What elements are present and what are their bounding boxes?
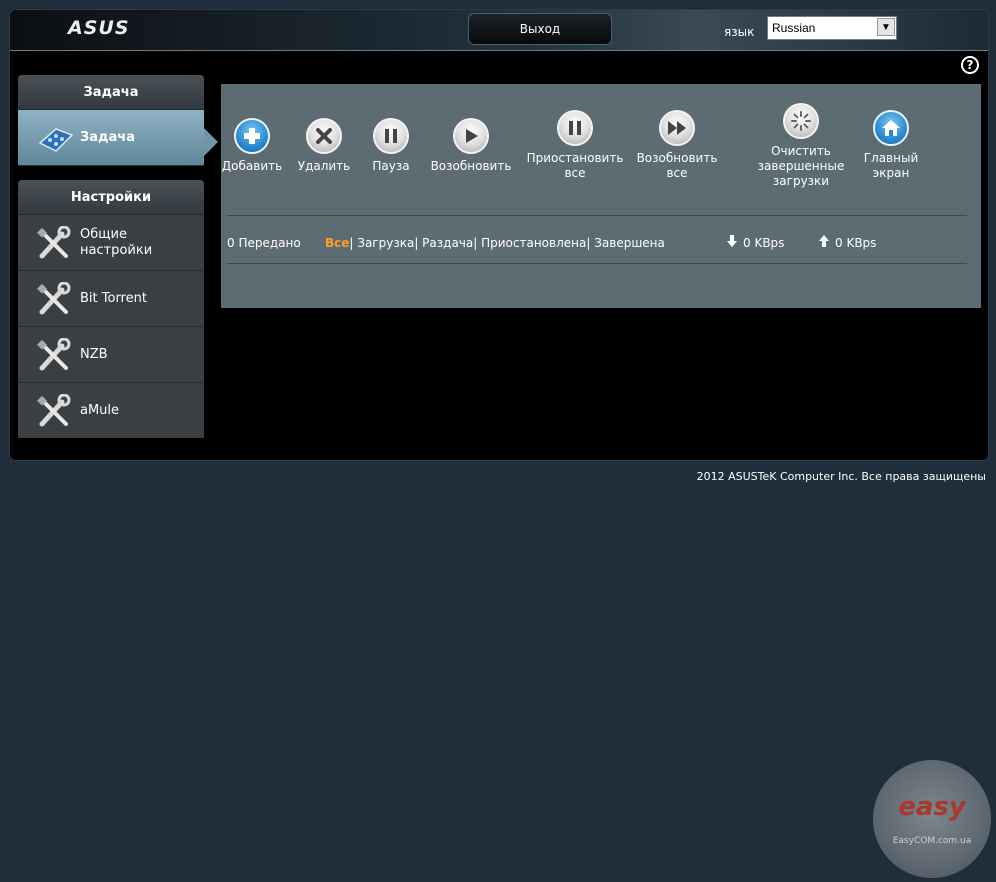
download-speed: 0 KBps [727, 235, 784, 250]
clear-completed-label-line1: Очистить [771, 144, 831, 158]
pause-all-button[interactable]: Приостановить все [527, 110, 623, 181]
sidebar-item-label: Общие настройки [80, 227, 152, 259]
chevron-down-icon[interactable]: ▼ [877, 18, 895, 36]
resume-button[interactable]: Возобновить [429, 118, 513, 174]
header-bar: ASUS Выход язык Russian ▼ [10, 10, 988, 50]
arrow-up-icon [819, 235, 829, 250]
sidebar-item-label: aMule [80, 402, 120, 418]
settings-panel: Настройки Общие настройки Bit Torrent NZ… [18, 180, 204, 438]
wrench-icon [36, 225, 80, 260]
add-button[interactable]: Добавить [221, 118, 283, 174]
filter-done[interactable]: | Завершена [586, 236, 665, 250]
sidebar-item-label: Задача [80, 129, 135, 145]
wrench-icon [36, 337, 80, 372]
sidebar-item-general-settings[interactable]: Общие настройки [18, 215, 204, 271]
watermark-site: EasyCOM.com.ua [892, 836, 972, 846]
delete-button[interactable]: Удалить [297, 118, 351, 174]
pause-all-label-line2: все [564, 166, 586, 180]
wrench-icon [36, 281, 80, 316]
play-icon [453, 118, 489, 154]
wrench-icon [36, 393, 80, 428]
sidebar-item-label: NZB [80, 346, 108, 362]
language-select-value: Russian [772, 21, 816, 35]
home-label-line2: экран [872, 166, 910, 180]
arrow-down-icon [727, 235, 737, 250]
fast-forward-icon [659, 110, 695, 146]
resume-button-label: Возобновить [430, 159, 512, 173]
sidebar-item-bittorrent[interactable]: Bit Torrent [18, 271, 204, 327]
task-panel: Задача Задача [18, 75, 204, 166]
clear-completed-label-line3: загрузки [772, 174, 830, 188]
help-icon[interactable]: ? [961, 56, 979, 74]
filter-paused[interactable]: | Приостановлена [473, 236, 586, 250]
upload-speed: 0 KBps [819, 235, 876, 250]
pause-icon [373, 118, 409, 154]
watermark-brand: easy [898, 792, 966, 822]
resume-all-button[interactable]: Возобновить все [633, 110, 721, 181]
add-button-label: Добавить [221, 159, 283, 173]
asus-logo: ASUS [68, 17, 130, 39]
resume-all-label-line1: Возобновить [636, 151, 718, 165]
pause-all-label-line1: Приостановить [526, 151, 624, 165]
active-indicator-arrow [204, 128, 218, 156]
filter-seed[interactable]: | Раздача [414, 236, 473, 250]
spinner-icon [783, 103, 819, 139]
language-label: язык [724, 25, 755, 39]
plus-icon [234, 118, 270, 154]
sidebar-item-label-line1: Общие [80, 226, 127, 242]
transferred-count: 0 Передано [227, 236, 301, 250]
header-divider [10, 50, 988, 51]
sidebar-item-label-line2: настройки [80, 242, 153, 258]
upload-speed-value: 0 KBps [835, 235, 877, 250]
sidebar-item-amule[interactable]: aMule [18, 383, 204, 438]
x-icon [306, 118, 342, 154]
main-window: ASUS Выход язык Russian ▼ ? Задача Задач… [10, 10, 988, 460]
sidebar-item-nzb[interactable]: NZB [18, 327, 204, 383]
resume-all-label-line2: все [666, 166, 688, 180]
copyright-text: 2012 ASUSTeK Computer Inc. Все права защ… [696, 470, 986, 483]
delete-button-label: Удалить [297, 159, 351, 173]
home-icon [873, 110, 909, 146]
download-speed-value: 0 KBps [743, 235, 785, 250]
language-select[interactable]: Russian ▼ [767, 16, 897, 40]
pause-button[interactable]: Пауза [367, 118, 415, 174]
task-icon [36, 123, 80, 153]
divider [227, 263, 967, 264]
home-button[interactable]: Главный экран [857, 110, 925, 181]
filter-download[interactable]: | Загрузка [349, 236, 414, 250]
watermark-logo: easy EasyCOM.com.ua [873, 760, 991, 878]
divider [227, 215, 967, 216]
sidebar-item-task[interactable]: Задача [18, 110, 204, 166]
task-panel-title: Задача [18, 75, 204, 110]
pause-icon [557, 110, 593, 146]
home-label-line1: Главный [863, 151, 919, 165]
filter-all[interactable]: Все [325, 236, 349, 250]
logout-button[interactable]: Выход [468, 13, 612, 45]
clear-completed-button[interactable]: Очистить завершенные загрузки [751, 103, 851, 189]
pause-button-label: Пауза [372, 159, 410, 173]
settings-panel-title: Настройки [18, 180, 204, 215]
filter-bar: Все| Загрузка| Раздача| Приостановлена| … [325, 236, 665, 250]
sidebar-item-label: Bit Torrent [80, 290, 147, 306]
task-content-area: Добавить Удалить Пауза Возобновить Приос [221, 84, 981, 308]
clear-completed-label-line2: завершенные [757, 159, 845, 173]
